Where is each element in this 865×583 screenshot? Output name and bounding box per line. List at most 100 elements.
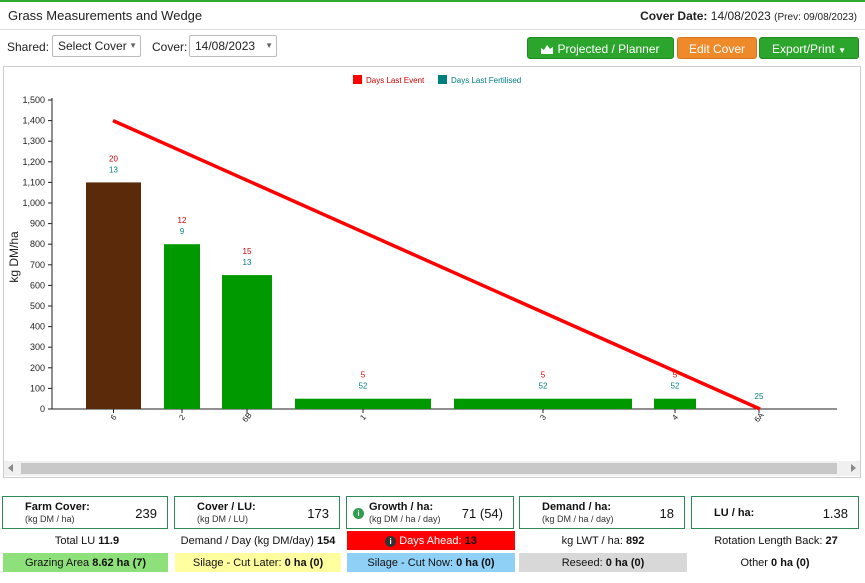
bar-paddock-6[interactable] <box>86 182 141 409</box>
grazing-area-value: 8.62 ha (7) <box>92 557 147 569</box>
x-tick-label: 6 <box>109 412 119 422</box>
growth-box: i Growth / ha: (kg DM / ha / day) 71 (54… <box>346 496 514 529</box>
page-title: Grass Measurements and Wedge <box>8 8 203 23</box>
y-tick-label: 400 <box>30 322 45 332</box>
demand-day-value: 154 <box>316 535 336 547</box>
days-ahead-value: 13 <box>464 535 477 547</box>
grazing-area-label: Grazing Area <box>24 557 90 569</box>
page-header: Grass Measurements and Wedge Cover Date:… <box>0 2 865 30</box>
growth-title: Growth / ha: <box>369 501 434 513</box>
cover-lu-unit: (kg DM / LU) <box>197 514 249 524</box>
total-lu-value: 11.9 <box>98 535 120 547</box>
rotation-length-label: Rotation Length Back: <box>714 535 823 547</box>
y-tick-label: 800 <box>30 239 45 249</box>
days-last-fertilised-label: 52 <box>671 382 680 391</box>
x-tick-label: 4 <box>670 412 680 422</box>
cover-lu-box: Cover / LU: (kg DM / LU) 173 <box>174 496 340 529</box>
demand-day: Demand / Day (kg DM/day) 154 <box>172 530 344 551</box>
target-wedge-line <box>112 119 761 411</box>
farm-cover-box: Farm Cover: (kg DM / ha) 239 <box>2 496 168 529</box>
legend-days-last-event: Days Last Event <box>366 76 425 85</box>
y-tick-label: 1,100 <box>22 177 45 187</box>
kg-lwt: kg LWT / ha: 892 <box>518 530 688 551</box>
previous-date: (Prev: 09/08/2023) <box>774 12 857 23</box>
export-print-label: Export/Print <box>772 42 835 56</box>
caret-down-icon: ▼ <box>838 46 846 55</box>
toolbar: Shared: Select Cover ▼ Cover: 14/08/2023… <box>0 31 865 63</box>
cover-select[interactable]: 14/08/2023 ▼ <box>189 35 277 57</box>
reseed-label: Reseed: <box>561 557 603 569</box>
bar-paddock-6B[interactable] <box>222 275 272 409</box>
y-tick-label: 100 <box>30 383 45 393</box>
farm-cover-value: 239 <box>135 506 157 521</box>
shared-select-value: Select Cover <box>58 39 127 53</box>
growth-unit: (kg DM / ha / day) <box>369 514 441 524</box>
x-tick-label: 6B <box>240 411 253 424</box>
bar-paddock-1[interactable] <box>295 398 431 409</box>
info-icon[interactable]: i <box>385 535 397 547</box>
wedge-chart: Days Last Event Days Last Fertilised kg … <box>3 66 861 478</box>
legend-days-last-fertilised: Days Last Fertilised <box>451 76 521 85</box>
x-tick-label: 1 <box>358 412 368 422</box>
y-tick-label: 900 <box>30 219 45 229</box>
chart-scrollbar-thumb[interactable] <box>21 463 837 474</box>
days-last-fertilised-label: 13 <box>109 165 118 174</box>
bar-paddock-2[interactable] <box>164 244 200 409</box>
cover-date-label: Cover Date: <box>640 9 708 23</box>
days-ahead-badge: i Days Ahead: 13 <box>346 530 516 551</box>
demand-title: Demand / ha: <box>542 501 612 513</box>
farm-cover-title: Farm Cover: <box>25 501 90 513</box>
demand-value: 18 <box>659 506 674 521</box>
x-tick-label: 3 <box>538 412 548 422</box>
grazing-area: Grazing Area 8.62 ha (7) <box>2 552 169 573</box>
y-tick-label: 600 <box>30 280 45 290</box>
days-last-event-label: 12 <box>178 216 187 225</box>
days-last-fertilised-label: 13 <box>243 258 252 267</box>
bar-paddock-3[interactable] <box>454 398 632 409</box>
cover-select-value: 14/08/2023 <box>195 39 256 53</box>
y-tick-label: 1,400 <box>22 116 45 126</box>
shared-label: Shared: <box>7 40 50 54</box>
silage-cut-now: Silage - Cut Now: 0 ha (0) <box>346 552 516 573</box>
days-last-fertilised-label: 9 <box>180 227 185 236</box>
export-print-button[interactable]: Export/Print ▼ <box>759 37 859 59</box>
days-last-event-label: 15 <box>243 247 252 256</box>
cover-lu-title: Cover / LU: <box>197 501 256 513</box>
bar-paddock-4[interactable] <box>654 398 696 409</box>
demand-day-label: Demand / Day (kg DM/day) <box>180 535 314 547</box>
x-tick-label: 2 <box>177 412 187 422</box>
projected-planner-button[interactable]: Projected / Planner <box>527 37 674 59</box>
y-tick-label: 1,000 <box>22 198 45 208</box>
y-tick-label: 700 <box>30 260 45 270</box>
cover-date: Cover Date: 14/08/2023 (Prev: 09/08/2023… <box>640 9 857 23</box>
total-lu-label: Total LU <box>54 535 96 547</box>
silage-cut-now-label: Silage - Cut Now: <box>367 557 453 569</box>
cover-label: Cover: <box>152 40 188 54</box>
lu-ha-value: 1.38 <box>822 506 848 521</box>
rotation-length-value: 27 <box>825 535 838 547</box>
days-last-fertilised-label: 25 <box>755 392 764 401</box>
edit-cover-button[interactable]: Edit Cover <box>677 37 757 59</box>
cover-date-value: 14/08/2023 <box>710 9 771 23</box>
demand-unit: (kg DM / ha / day) <box>542 514 614 524</box>
y-tick-label: 500 <box>30 301 45 311</box>
shared-select[interactable]: Select Cover ▼ <box>52 35 141 57</box>
silage-cut-later-label: Silage - Cut Later: <box>192 557 282 569</box>
demand-box: Demand / ha: (kg DM / ha / day) 18 <box>519 496 685 529</box>
growth-value: 71 (54) <box>461 506 503 521</box>
other-value: 0 ha (0) <box>771 557 810 569</box>
y-axis-title: kg DM/ha <box>7 231 21 283</box>
lu-ha-box: LU / ha: 1.38 <box>691 496 859 529</box>
projected-planner-label: Projected / Planner <box>557 42 660 56</box>
stats-panel: Farm Cover: (kg DM / ha) 239 Cover / LU:… <box>0 496 865 582</box>
wedge-chart-svg: Days Last Event Days Last Fertilised kg … <box>4 75 860 476</box>
info-icon[interactable]: i <box>353 508 364 519</box>
y-tick-label: 1,200 <box>22 157 45 167</box>
other-label: Other <box>740 557 768 569</box>
silage-cut-later-value: 0 ha (0) <box>284 557 324 569</box>
rotation-length: Rotation Length Back: 27 <box>690 530 862 551</box>
days-last-event-label: 5 <box>361 371 366 380</box>
chevron-down-icon: ▼ <box>129 41 137 50</box>
silage-cut-now-value: 0 ha (0) <box>456 557 495 569</box>
y-tick-label: 1,300 <box>22 136 45 146</box>
